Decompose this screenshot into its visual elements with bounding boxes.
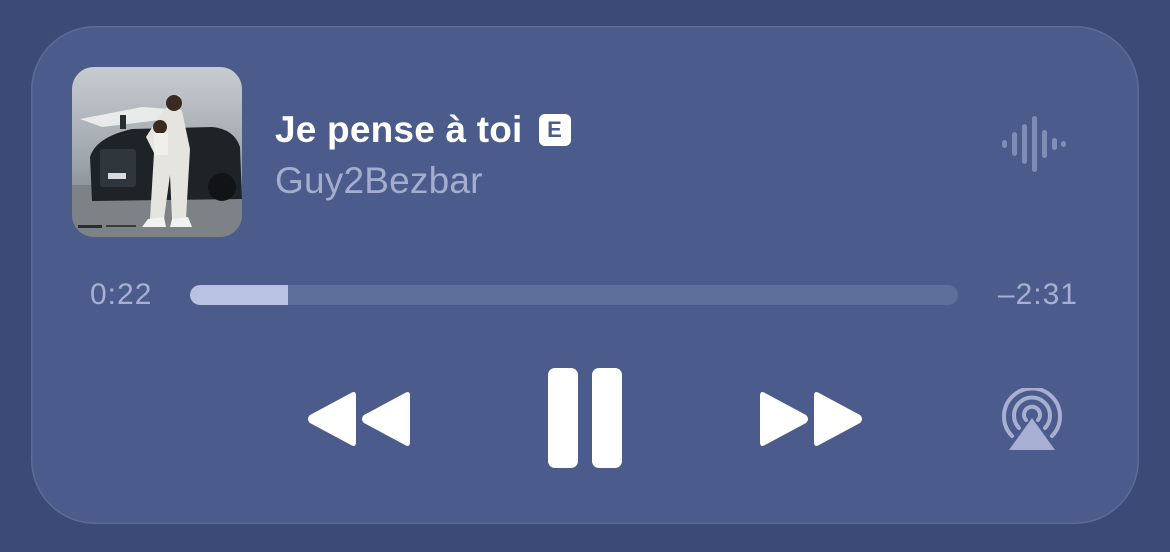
remaining-time: –2:31 xyxy=(997,278,1078,311)
playback-progress-bar[interactable] xyxy=(190,285,958,305)
track-title-row: Je pense à toi E xyxy=(275,106,571,154)
waveform-icon xyxy=(1000,112,1068,181)
airplay-icon[interactable] xyxy=(997,388,1067,452)
elapsed-time: 0:22 xyxy=(90,278,153,311)
progress-fill xyxy=(190,285,288,305)
fast-forward-icon[interactable] xyxy=(758,388,866,450)
pause-icon[interactable] xyxy=(546,368,624,470)
rewind-icon[interactable] xyxy=(306,388,414,450)
explicit-badge: E xyxy=(538,114,571,146)
album-artwork[interactable] xyxy=(72,67,242,237)
artist-name[interactable]: Guy2Bezbar xyxy=(275,160,483,202)
track-title: Je pense à toi xyxy=(275,109,523,150)
